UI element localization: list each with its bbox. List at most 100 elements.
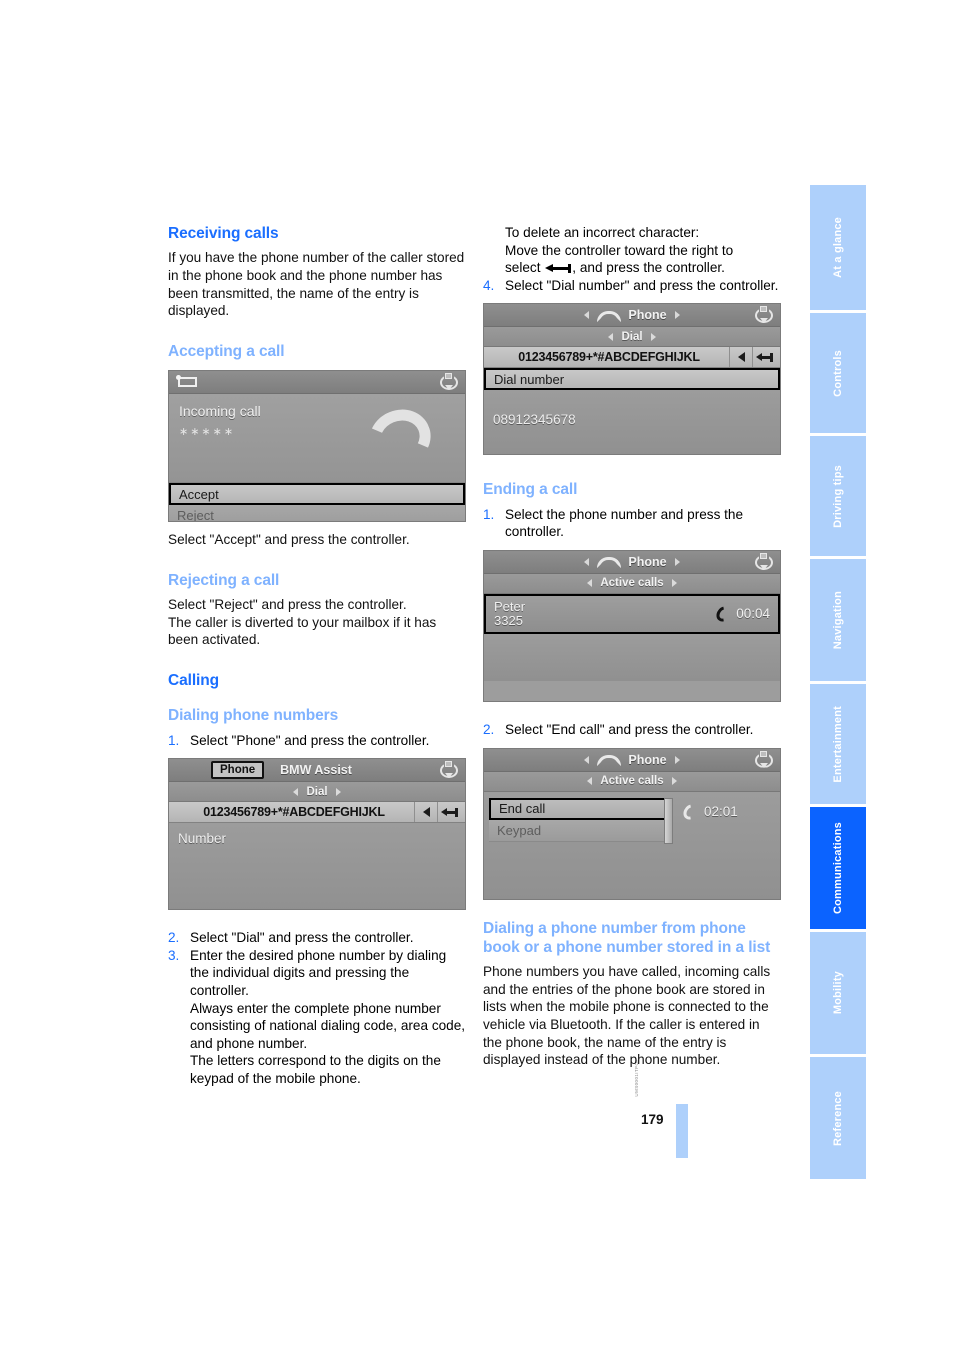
idrive-title-bar: Phone BMW Assist (169, 759, 465, 783)
idrive-sub-bar[interactable]: Active calls (484, 573, 780, 594)
step-1-dialing: 1. Select "Phone" and press the controll… (168, 732, 466, 750)
sidebar-tab-mobility[interactable]: Mobility (810, 932, 866, 1054)
chevron-left-icon[interactable] (587, 579, 593, 588)
sidebar-tab-communications[interactable]: Communications (810, 807, 866, 929)
sidebar-tab-reference[interactable]: Reference (810, 1057, 866, 1179)
chevron-left-icon[interactable] (608, 332, 614, 341)
idrive-sub-bar[interactable]: Active calls (484, 771, 780, 792)
step-text: Select "End call" and press the controll… (505, 721, 754, 737)
sidebar-tab-label: At a glance (832, 217, 844, 278)
sidebar-tab-driving-tips[interactable]: Driving tips (810, 436, 866, 556)
step-3-dialing: 3. Enter the desired phone number by dia… (168, 947, 466, 1000)
idrive-title-bar: Phone (484, 748, 780, 772)
step-text: Enter the desired phone number by dialin… (190, 947, 447, 998)
idrive-sub-bar[interactable]: Dial (484, 327, 780, 348)
backspace-icon[interactable] (752, 347, 775, 368)
row-keypad[interactable]: Keypad (489, 819, 671, 842)
heading-ending-a-call: Ending a call (483, 481, 578, 499)
chevron-right-icon[interactable] (674, 755, 680, 764)
sub-label-active-calls: Active calls (600, 775, 664, 788)
incoming-call-area: Incoming call ∗∗∗∗∗ (169, 394, 465, 484)
sidebar-tab-entertainment[interactable]: Entertainment (810, 684, 866, 804)
call-timer: 02:01 (704, 804, 738, 820)
active-call-entry[interactable]: Peter 3325 00:04 (484, 593, 780, 634)
handset-icon (597, 753, 622, 767)
paragraph-rejecting-line1: Select "Reject" and press the controller… (168, 597, 407, 613)
row-dial-number[interactable]: Dial number (484, 368, 780, 391)
chevron-left-icon[interactable] (584, 755, 590, 764)
idrive-title-label: Phone (628, 752, 667, 767)
call-status: 00:04 (717, 606, 770, 622)
sidebar-tab-navigation[interactable]: Navigation (810, 559, 866, 681)
sub-label-active-calls: Active calls (600, 577, 664, 590)
handset-icon (597, 555, 622, 569)
step-1-ending: 1. Select the phone number and press the… (483, 506, 781, 541)
delete-note-line3: select , and press the controller. (505, 259, 781, 277)
heading-calling: Calling (168, 671, 219, 689)
chevron-left-icon[interactable] (587, 777, 593, 786)
idrive-sub-bar[interactable]: Dial (169, 782, 465, 803)
chevron-right-icon[interactable] (671, 777, 677, 786)
step-2-dialing: 2. Select "Dial" and press the controlle… (168, 929, 466, 947)
chevron-left-icon[interactable] (584, 557, 590, 566)
tab-bmw-assist[interactable]: BMW Assist (280, 763, 352, 777)
sidebar-tab-controls[interactable]: Controls (810, 313, 866, 433)
sub-label-dial: Dial (306, 785, 328, 798)
idrive-content-area (484, 633, 780, 681)
tab-phone-label: Phone (220, 764, 256, 777)
idrive-title-bar: Phone (484, 550, 780, 574)
chevron-right-icon[interactable] (674, 557, 680, 566)
chevron-right-icon[interactable] (650, 332, 656, 341)
heading-rejecting-a-call: Rejecting a call (168, 571, 280, 589)
charset-text: 0123456789+*#ABCDEFGHIJKL (518, 350, 700, 365)
step-number: 1. (168, 732, 180, 748)
cursor-left-icon[interactable] (729, 347, 752, 368)
row-accept[interactable]: Accept (169, 483, 465, 506)
chevron-right-icon[interactable] (671, 579, 677, 588)
backspace-icon (545, 264, 572, 274)
cursor-left-icon[interactable] (414, 802, 437, 823)
screenshot-phone-number-entry: Phone BMW Assist Dial 0123456789+*#ABCDE… (168, 758, 466, 911)
chevron-left-icon[interactable] (584, 311, 590, 320)
field-label-number: Number (178, 831, 227, 847)
tab-phone[interactable]: Phone (211, 761, 265, 780)
controller-compass-icon (439, 373, 459, 391)
row-end-call[interactable]: End call (489, 797, 671, 820)
sidebar-tab-label: Controls (832, 349, 844, 397)
chevron-right-icon[interactable] (335, 787, 341, 796)
heading-dialing-phone-numbers: Dialing phone numbers (168, 707, 339, 725)
handset-icon (361, 401, 439, 476)
character-strip[interactable]: 0123456789+*#ABCDEFGHIJKL (484, 347, 780, 369)
sidebar-tab-label: Reference (832, 1090, 844, 1146)
paragraph-rejecting-line2: The caller is diverted to your mailbox i… (168, 614, 437, 648)
sidebar-tab-at-a-glance[interactable]: At a glance (810, 185, 866, 310)
delete-note-line2: Move the controller toward the right to (505, 242, 734, 258)
page-number: 179 (641, 1112, 664, 1127)
heading-dialing-from-phone-book: Dialing a phone number from phone book o… (483, 919, 771, 956)
sidebar-tab-label: Entertainment (832, 705, 844, 783)
backspace-icon[interactable] (437, 802, 460, 823)
chevron-left-icon[interactable] (293, 787, 299, 796)
call-status: 02:01 (684, 804, 738, 820)
idrive-title-label: Phone (628, 554, 667, 569)
incoming-call-label: Incoming call (179, 403, 261, 420)
step-number: 2. (168, 930, 180, 946)
step-number: 1. (483, 506, 495, 522)
handset-icon (717, 606, 730, 622)
paragraph-dialing-from-phone-book: Phone numbers you have called, incoming … (483, 964, 771, 1068)
controller-compass-icon (754, 750, 774, 769)
row-reject[interactable]: Reject (169, 505, 465, 522)
delete-note-line3-before: select (505, 260, 541, 276)
screenshot-incoming-call: Incoming call ∗∗∗∗∗ Accept Reject (168, 370, 466, 523)
character-strip[interactable]: 0123456789+*#ABCDEFGHIJKL (169, 802, 465, 824)
call-timer: 00:04 (736, 606, 770, 622)
step-number: 3. (168, 947, 180, 963)
heading-receiving-calls: Receiving calls (168, 225, 279, 242)
idrive-title-bar (169, 371, 465, 395)
incoming-call-icon (176, 375, 198, 388)
chevron-right-icon[interactable] (674, 311, 680, 320)
scrollbar-thumb[interactable] (664, 797, 673, 844)
